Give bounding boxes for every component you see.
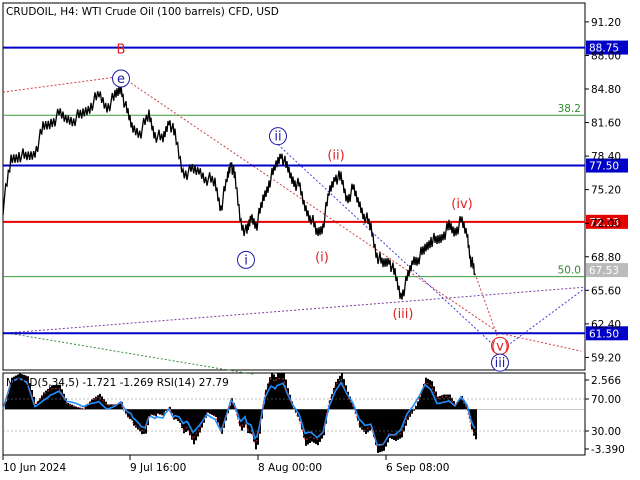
macd-bar [197, 409, 199, 437]
macd-bar [159, 409, 161, 415]
macd-bar [189, 409, 191, 436]
macd-bar [369, 409, 371, 431]
y-tick-label: 81.60 [591, 118, 621, 130]
wave-label: (v) [491, 339, 509, 354]
macd-bar [285, 379, 287, 410]
macd-bar [363, 409, 365, 432]
macd-bar [83, 408, 85, 410]
macd-bar [195, 409, 197, 441]
macd-bar [127, 409, 129, 418]
macd-bar [175, 409, 177, 420]
macd-bar [315, 409, 317, 444]
macd-bar [345, 385, 347, 410]
macd-bar [137, 409, 139, 430]
macd-bar [395, 409, 397, 441]
macd-bar [213, 409, 215, 416]
macd-bar [429, 380, 431, 410]
ind-tick-label: 2.566 [591, 375, 621, 387]
macd-bar [219, 409, 221, 429]
macd-bar [275, 376, 277, 410]
wave-label: (i) [315, 250, 329, 265]
wave-label: (ii) [327, 149, 344, 164]
macd-bar [201, 409, 203, 428]
chart-title: CRUDOIL, H4: WTI Crude Oil (100 barrels)… [6, 6, 279, 18]
macd-bar [135, 409, 137, 428]
chart-canvas: 38.2 50.0 88.7577.5072.1361.5067.53 Be ii (… [2, 2, 628, 474]
ind-tick-label: -3.390 [591, 444, 625, 456]
x-tick-label: 9 Jul 16:00 [130, 462, 186, 474]
macd-bar [193, 409, 195, 445]
trend-line-channel-blue [277, 144, 586, 352]
macd-bar [75, 406, 77, 410]
macd-bar [249, 409, 251, 434]
macd-bar [255, 409, 257, 450]
trend-lines [2, 75, 586, 352]
macd-bar [209, 409, 211, 414]
y-tick-label: 62.40 [591, 319, 621, 331]
macd-bar [101, 396, 103, 410]
macd-bar [149, 409, 151, 417]
macd-bar [399, 409, 401, 439]
macd-bar [191, 409, 193, 440]
y-tick-label: 78.40 [591, 151, 621, 163]
time-axis: 10 Jun 2024 9 Jul 16:00 8 Aug 00:00 6 Sep 0… [2, 455, 449, 474]
macd-bar [199, 409, 201, 433]
y-tick-label: 59.20 [591, 352, 621, 364]
x-tick-label: 8 Aug 00:00 [258, 462, 322, 474]
macd-bar [67, 402, 69, 410]
y-tick-label: 68.80 [591, 252, 621, 264]
macd-bar [473, 409, 475, 436]
wave-label: ii [274, 130, 281, 145]
macd-bar [425, 377, 427, 410]
macd-bar [71, 404, 73, 410]
horizontal-levels: 88.7577.5072.1361.5067.53 [3, 40, 628, 341]
current-price-label: 67.53 [589, 265, 619, 277]
wave-label: i [244, 253, 248, 268]
ind-tick-label: 70.00 [591, 394, 621, 406]
x-tick-label: 10 Jun 2024 [3, 462, 66, 474]
x-tick-label: 6 Sep 08:00 [386, 462, 449, 474]
macd-bar [475, 409, 477, 440]
trend-line-b [2, 75, 122, 93]
y-tick-label: 75.20 [591, 185, 621, 197]
indicator-title: MACD(5,34,5) -1.721 -1.269 RSI(14) 27.79 [6, 377, 229, 389]
fib-label: 50.0 [558, 265, 581, 277]
y-tick-label: 84.80 [591, 84, 621, 96]
trend-line-purple [2, 286, 586, 334]
y-tick-label: 72.00 [591, 218, 621, 230]
wave-label: (iii) [393, 307, 414, 322]
macd-bar [305, 409, 307, 446]
macd-bar [335, 381, 337, 410]
y-tick-label: 88.00 [591, 50, 621, 62]
ind-tick-label: 30.00 [591, 426, 621, 438]
macd-bar [217, 409, 219, 423]
wave-label: iii [495, 356, 506, 371]
wave-label: (iv) [451, 197, 472, 212]
y-tick-label: 91.20 [591, 17, 621, 29]
macd-bar [341, 373, 343, 410]
price-axis: 91.20 88.00 84.80 81.60 78.40 75.20 72.00 68.80… [585, 17, 621, 364]
wave-label: e [117, 72, 125, 87]
macd-bar [309, 409, 311, 444]
wave-labels: Be ii (ii) i (i) (iv) (iii) (v) iii [112, 43, 509, 372]
macd-bar [267, 383, 269, 410]
y-tick-label: 65.60 [591, 285, 621, 297]
macd-bar [143, 409, 145, 434]
macd-bar [377, 409, 379, 453]
wave-label: B [117, 43, 126, 58]
long-trend-line [2, 331, 254, 375]
trend-line-channel-red [120, 75, 582, 352]
fib-label: 38.2 [558, 103, 581, 115]
